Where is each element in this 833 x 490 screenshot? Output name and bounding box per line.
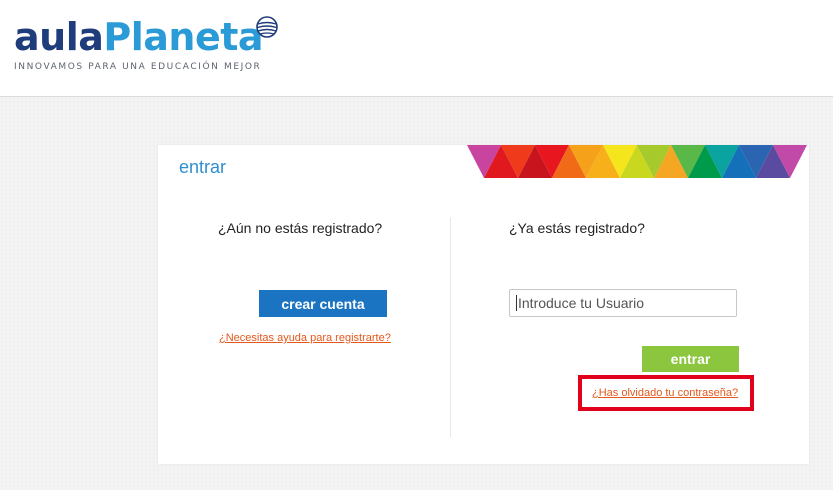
create-account-button[interactable]: crear cuenta [259, 290, 387, 317]
aulaplaneta-logo[interactable]: aulaPlaneta INNOVAMOS PARA UNA EDUCACIÓN… [14, 14, 278, 72]
logo-part-planeta: Planeta [103, 15, 264, 59]
globe-icon [256, 16, 278, 38]
logo-tagline: INNOVAMOS PARA UNA EDUCACIÓN MEJOR [14, 62, 262, 72]
login-card: entrar ¿Aún no estás registrado? crear c… [158, 145, 809, 464]
logo-part-aula: aula [14, 15, 104, 59]
logo-wordmark: aulaPlaneta [14, 14, 264, 60]
text-caret [516, 295, 517, 311]
forgot-password-link[interactable]: ¿Has olvidado tu contraseña? [592, 387, 738, 399]
enter-button[interactable]: entrar [642, 346, 739, 372]
decorative-color-triangles [467, 145, 807, 178]
column-divider [450, 217, 451, 437]
login-heading: ¿Ya estás registrado? [509, 220, 645, 236]
site-header: aulaPlaneta INNOVAMOS PARA UNA EDUCACIÓN… [0, 0, 833, 97]
card-title: entrar [179, 157, 227, 177]
username-input[interactable] [509, 289, 737, 317]
register-heading: ¿Aún no estás registrado? [218, 220, 383, 236]
registration-help-link[interactable]: ¿Necesitas ayuda para registrarte? [219, 332, 391, 344]
